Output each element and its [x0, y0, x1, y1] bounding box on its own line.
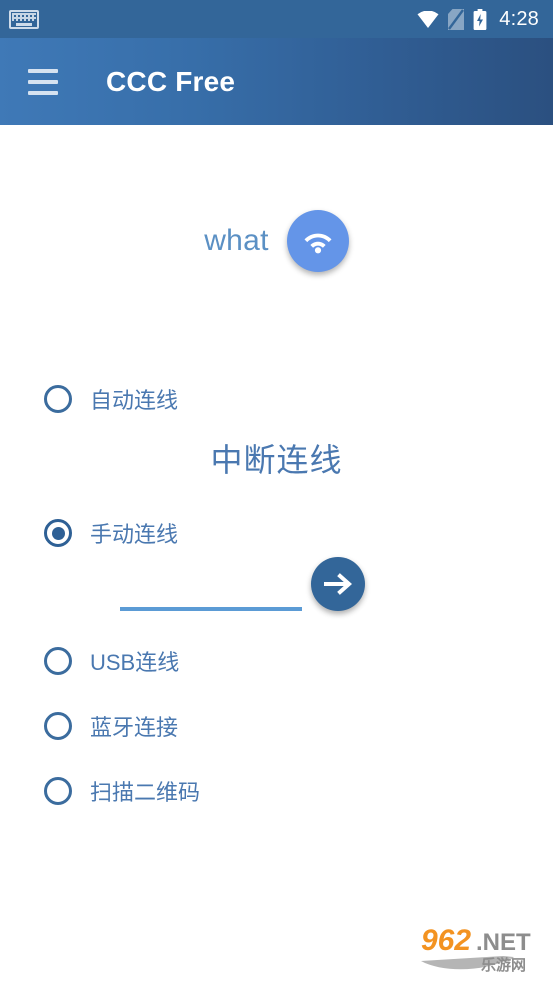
network-name-label: what — [204, 224, 269, 257]
radio-circle[interactable] — [44, 385, 72, 413]
menu-bar-3 — [28, 90, 58, 95]
sim-card-icon — [448, 8, 465, 30]
disconnect-label[interactable]: 中断连线 — [0, 435, 553, 481]
status-time: 4:28 — [499, 7, 539, 30]
radio-label: 蓝牙连接 — [90, 715, 179, 740]
radio-circle[interactable] — [44, 712, 72, 740]
radio-option-manual-connect[interactable]: 手动连线 — [44, 517, 178, 549]
watermark-logo: 962 .NET 乐游网 — [421, 924, 531, 973]
radio-inner-dot — [51, 526, 65, 540]
status-bar-icons: 4:28 — [417, 8, 539, 31]
wifi-icon — [417, 10, 439, 28]
app-bar: CCC Free — [0, 38, 553, 125]
battery-charging-icon — [473, 8, 487, 30]
network-status-row: what — [0, 210, 553, 272]
wifi-icon — [304, 233, 332, 254]
app-title: CCC Free — [106, 65, 236, 97]
arrow-right-icon — [324, 573, 353, 595]
manual-connect-input[interactable] — [120, 577, 302, 611]
hamburger-menu-icon[interactable] — [12, 51, 74, 113]
radio-circle-selected[interactable] — [44, 519, 72, 547]
radio-label: USB连线 — [90, 650, 180, 675]
radio-circle[interactable] — [44, 777, 72, 805]
main-content: what 自动连线 中断连线 手动连线 USB连线 蓝牙连接 扫描二维码 962… — [0, 125, 553, 983]
radio-option-auto-connect[interactable]: 自动连线 — [44, 383, 178, 415]
radio-circle[interactable] — [44, 647, 72, 675]
go-button[interactable] — [311, 557, 365, 611]
menu-bar-1 — [28, 68, 58, 73]
wifi-status-button[interactable] — [286, 210, 349, 272]
watermark-subtitle: 乐游网 — [481, 956, 526, 973]
watermark-domain: .NET — [476, 929, 531, 956]
radio-option-bluetooth-connect[interactable]: 蓝牙连接 — [44, 710, 178, 742]
keyboard-icon — [9, 9, 39, 29]
radio-option-usb-connect[interactable]: USB连线 — [44, 645, 179, 677]
watermark-number: 962 — [421, 924, 471, 957]
phone-screen: 4:28 CCC Free what 自动连线 中断连线 手动连线 USB连线 … — [0, 0, 553, 983]
radio-label: 手动连线 — [90, 522, 179, 547]
radio-option-scan-qr-code[interactable]: 扫描二维码 — [44, 775, 200, 807]
status-bar: 4:28 — [0, 0, 553, 38]
radio-label: 扫描二维码 — [90, 780, 201, 805]
radio-label: 自动连线 — [90, 388, 179, 413]
manual-connect-input-row — [0, 557, 553, 637]
menu-bar-2 — [28, 79, 58, 84]
